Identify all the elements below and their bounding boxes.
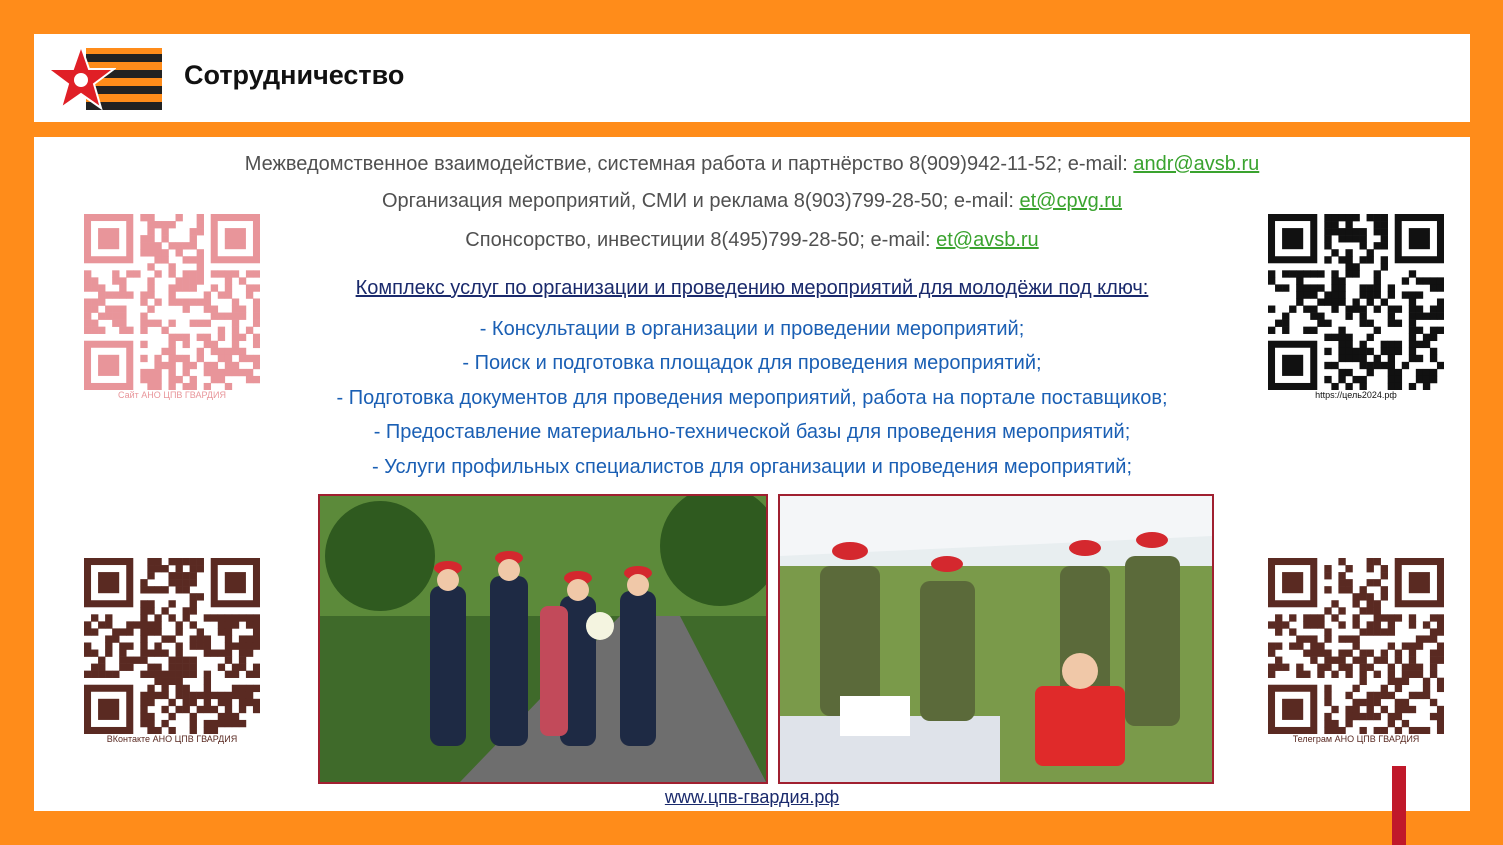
site-link[interactable]: www.цпв-гвардия.рф xyxy=(34,787,1470,808)
cadets-registration-image xyxy=(780,496,1212,782)
qr-code-site[interactable] xyxy=(84,214,260,390)
red-star-logo-icon xyxy=(46,44,116,111)
email-link[interactable]: andr@avsb.ru xyxy=(1133,153,1259,175)
qr-caption-site: Сайт АНО ЦПВ ГВАРДИЯ xyxy=(118,390,226,400)
email-link[interactable]: et@cpvg.ru xyxy=(1019,190,1122,212)
main-content: Межведомственное взаимодействие, системн… xyxy=(34,137,1470,811)
header-bar: Сотрудничество xyxy=(34,34,1470,122)
cadets-walking-image xyxy=(320,496,766,782)
qr-caption-telegram: Телеграм АНО ЦПВ ГВАРДИЯ xyxy=(1292,734,1420,744)
qr-code-goal2024[interactable] xyxy=(1268,214,1444,390)
contact-line-partnership: Межведомственное взаимодействие, системн… xyxy=(244,153,1260,175)
email-link[interactable]: et@avsb.ru xyxy=(936,229,1039,251)
photo-cadets-registration xyxy=(778,494,1214,784)
qr-caption-goal2024: https://цель2024.рф xyxy=(1315,390,1397,400)
qr-code-telegram[interactable] xyxy=(1268,558,1444,734)
decorative-red-bar xyxy=(1392,766,1406,845)
page-title: Сотрудничество xyxy=(184,60,405,90)
service-item: - Услуги профильных специалистов для орг… xyxy=(371,456,1133,478)
photo-cadets-walking xyxy=(318,494,768,784)
contact-line-events: Организация мероприятий, СМИ и реклама 8… xyxy=(381,190,1123,212)
qr-code-vkontakte[interactable] xyxy=(84,558,260,734)
service-item: - Предоставление материально-технической… xyxy=(373,421,1131,443)
qr-caption-vkontakte: ВКонтакте АНО ЦПВ ГВАРДИЯ xyxy=(106,734,238,744)
